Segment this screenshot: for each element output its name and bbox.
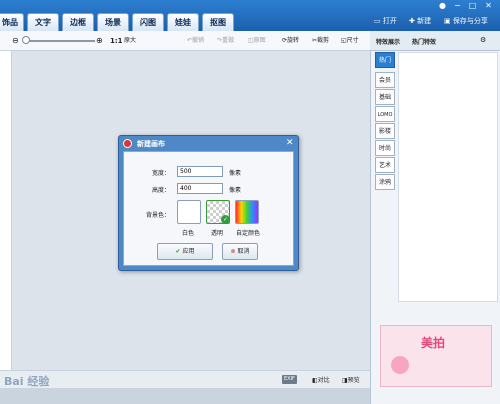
tab-border[interactable]: 边框 xyxy=(62,13,94,31)
zoom-in-icon[interactable]: ⊕ xyxy=(96,36,103,46)
original-image-button[interactable]: ◫原图 xyxy=(248,36,266,46)
dialog-close-icon[interactable]: ✕ xyxy=(286,138,294,148)
height-input[interactable] xyxy=(177,183,223,194)
size-button[interactable]: ◱尺寸 xyxy=(341,36,359,46)
save-share-button[interactable]: ▣ 保存与分享 xyxy=(444,14,488,28)
close-icon[interactable]: ✕ xyxy=(483,1,494,10)
exif-badge[interactable]: EXIF xyxy=(282,375,297,384)
tab-doll[interactable]: 娃娃 xyxy=(167,13,199,31)
zoom-out-icon[interactable]: ⊖ xyxy=(12,36,19,46)
cancel-circle-icon: ⊗ xyxy=(230,248,236,255)
app-logo-icon xyxy=(123,139,132,148)
swatch-custom-color[interactable] xyxy=(235,200,259,224)
compare-button[interactable]: ◧对比 xyxy=(312,375,330,384)
category-member[interactable]: 会员 xyxy=(375,72,395,88)
height-unit: 像素 xyxy=(229,187,242,194)
new-button[interactable]: ✚ 新建 xyxy=(409,14,431,28)
preview-button[interactable]: ◨预览 xyxy=(342,375,360,384)
promo-mascot-icon xyxy=(391,356,409,374)
category-hot[interactable]: 热门 xyxy=(375,52,395,68)
zoom-slider-handle[interactable] xyxy=(22,36,30,44)
tab-effect-showcase[interactable]: 特效展示 xyxy=(376,37,400,46)
tab-hot-effects[interactable]: 热门特效 xyxy=(412,37,436,46)
swatch-transparent-label: 透明 xyxy=(211,230,224,237)
crop-button[interactable]: ✂裁剪 xyxy=(312,36,329,46)
dialog-title: 新建画布 xyxy=(137,140,165,148)
edit-toolbar: ⊖ ⊕ 1:1 原大 ↶撤销 ↷重做 ◫原图 ⟳旋转 ✂裁剪 ◱尺寸 xyxy=(0,31,370,51)
cancel-button[interactable]: ⊗ 取消 xyxy=(222,243,258,260)
new-icon: ✚ xyxy=(409,17,415,25)
rotate-button[interactable]: ⟳旋转 xyxy=(282,36,299,46)
tab-scene[interactable]: 场景 xyxy=(97,13,129,31)
left-side-panel xyxy=(0,51,12,387)
check-circle-icon: ✔ xyxy=(175,248,181,255)
maximize-icon[interactable]: □ xyxy=(467,1,478,10)
bottom-status-bar: Bai 经验 EXIF ◧对比 ◨预览 xyxy=(0,370,370,388)
weibo-icon[interactable]: ● xyxy=(437,1,448,10)
open-button[interactable]: ▭ 打开 xyxy=(374,14,397,28)
folder-icon: ▭ xyxy=(374,17,381,25)
height-label: 高度： xyxy=(152,187,171,194)
selected-check-icon: ✓ xyxy=(221,215,230,224)
minimize-icon[interactable]: − xyxy=(452,1,463,10)
category-fashion[interactable]: 时尚 xyxy=(375,140,395,156)
width-label: 宽度： xyxy=(152,170,171,177)
swatch-white[interactable] xyxy=(177,200,201,224)
tab-flash[interactable]: 闪图 xyxy=(132,13,164,31)
swatch-custom-label: 自定颜色 xyxy=(236,230,261,237)
effects-panel-header: 特效展示 热门特效 ⚙ xyxy=(370,31,500,51)
tab-text[interactable]: 文字 xyxy=(27,13,59,31)
category-graffiti[interactable]: 涂鸦 xyxy=(375,174,395,190)
ratio-button[interactable]: 1:1 xyxy=(110,36,123,46)
category-basic[interactable]: 基础 xyxy=(375,89,395,105)
width-unit: 像素 xyxy=(229,170,242,177)
category-art[interactable]: 艺术 xyxy=(375,157,395,173)
category-lomo[interactable]: LOMO xyxy=(375,106,395,122)
promo-brand: 美拍 xyxy=(421,336,446,350)
tab-accessories[interactable]: 饰品 xyxy=(0,13,24,31)
tab-cutout[interactable]: 抠图 xyxy=(202,13,234,31)
promo-banner[interactable]: 美拍 xyxy=(380,325,492,387)
background-color-label: 背景色： xyxy=(146,212,171,219)
redo-button[interactable]: ↷重做 xyxy=(217,36,234,46)
top-navigation-bar: 饰品 文字 边框 场景 闪图 娃娃 抠图 ● − □ ✕ ▭ 打开 ✚ 新建 ▣… xyxy=(0,0,500,31)
swatch-white-label: 白色 xyxy=(182,230,195,237)
baidu-watermark: Bai 经验 xyxy=(4,375,50,388)
save-icon: ▣ xyxy=(444,17,451,25)
zoom-slider[interactable] xyxy=(23,40,95,42)
category-studio[interactable]: 影楼 xyxy=(375,123,395,139)
undo-button[interactable]: ↶撤销 xyxy=(187,36,204,46)
apply-button[interactable]: ✔ 应用 xyxy=(157,243,213,260)
swatch-transparent[interactable]: ✓ xyxy=(206,200,230,224)
settings-icon[interactable]: ⚙ xyxy=(480,36,486,44)
effect-thumbnails-area[interactable] xyxy=(398,52,498,302)
original-size-button[interactable]: 原大 xyxy=(124,36,136,46)
width-input[interactable] xyxy=(177,166,223,177)
